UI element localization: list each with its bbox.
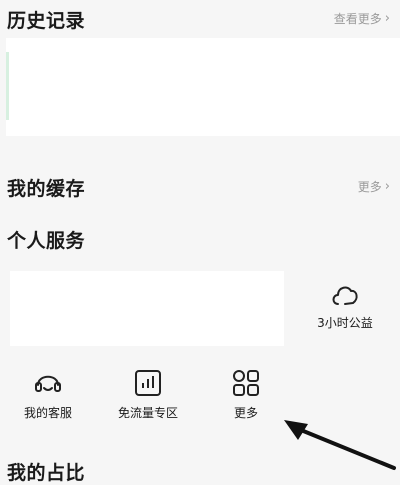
- service-charity-label: 3小时公益: [317, 316, 373, 330]
- service-data-free-zone-button[interactable]: 免流量专区: [105, 368, 191, 421]
- bar-chart-icon: [135, 370, 161, 396]
- service-more-label: 更多: [233, 406, 258, 420]
- history-view-more-link[interactable]: 查看更多 ›: [334, 10, 390, 27]
- history-section-title: 历史记录: [7, 10, 86, 32]
- services-card-area: [10, 271, 284, 346]
- history-item-edge: [6, 52, 9, 120]
- chevron-right-icon: ›: [384, 11, 390, 26]
- service-charity-button[interactable]: 3小时公益: [310, 280, 380, 331]
- service-more-button[interactable]: 更多: [210, 368, 282, 421]
- cache-section-title: 我的缓存: [7, 178, 86, 200]
- service-customer-support-button[interactable]: 我的客服: [10, 368, 86, 421]
- cloud-heart-icon: [332, 286, 358, 305]
- service-data-free-zone-label: 免流量专区: [117, 406, 178, 420]
- history-view-more-label: 查看更多: [333, 12, 382, 26]
- headset-icon: [35, 375, 61, 392]
- service-customer-support-label: 我的客服: [23, 406, 72, 420]
- chevron-right-icon: ›: [384, 179, 390, 194]
- personal-services-title: 个人服务: [7, 230, 86, 252]
- history-list-area[interactable]: [6, 38, 400, 136]
- bottom-section-title: 我的占比: [7, 462, 86, 484]
- cache-more-link[interactable]: 更多 ›: [358, 178, 390, 195]
- grid-icon: [233, 370, 259, 396]
- cache-more-label: 更多: [357, 180, 382, 194]
- annotation-arrow-icon: [284, 420, 396, 470]
